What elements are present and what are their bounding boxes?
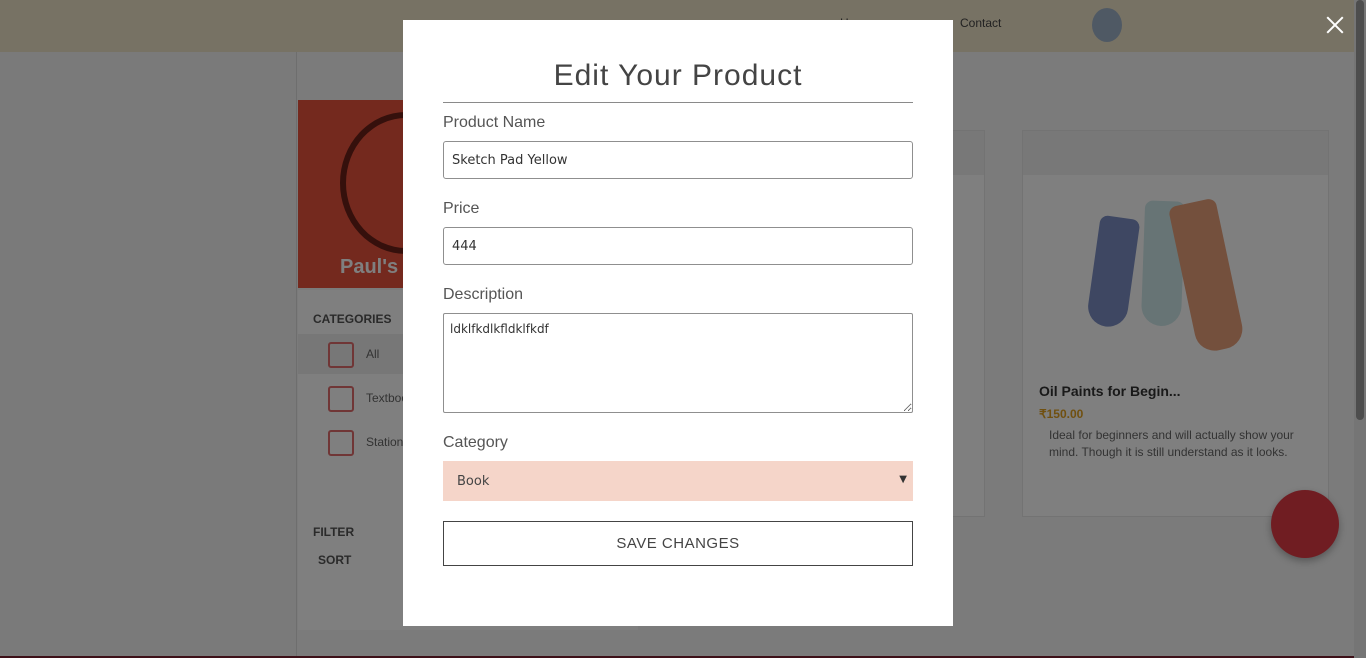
price-label: Price <box>443 200 480 217</box>
description-textarea[interactable]: ldklfkdlkfldklfkdf <box>443 313 913 413</box>
category-label: Category <box>443 434 508 451</box>
price-input[interactable] <box>443 227 913 265</box>
dropdown-arrow-icon: ▼ <box>899 474 907 485</box>
close-icon[interactable] <box>1322 12 1348 38</box>
modal-title: Edit Your Product <box>553 59 803 92</box>
category-select[interactable]: Book ▼ <box>443 461 913 501</box>
description-label: Description <box>443 286 524 303</box>
save-changes-button[interactable]: SAVE CHANGES <box>443 521 913 566</box>
product-name-label: Product Name <box>443 114 546 131</box>
edit-product-modal: Edit Your Product Product Name Price Des… <box>403 20 953 626</box>
product-name-input[interactable] <box>443 141 913 179</box>
title-divider <box>443 102 913 103</box>
category-selected-value: Book <box>457 473 490 489</box>
